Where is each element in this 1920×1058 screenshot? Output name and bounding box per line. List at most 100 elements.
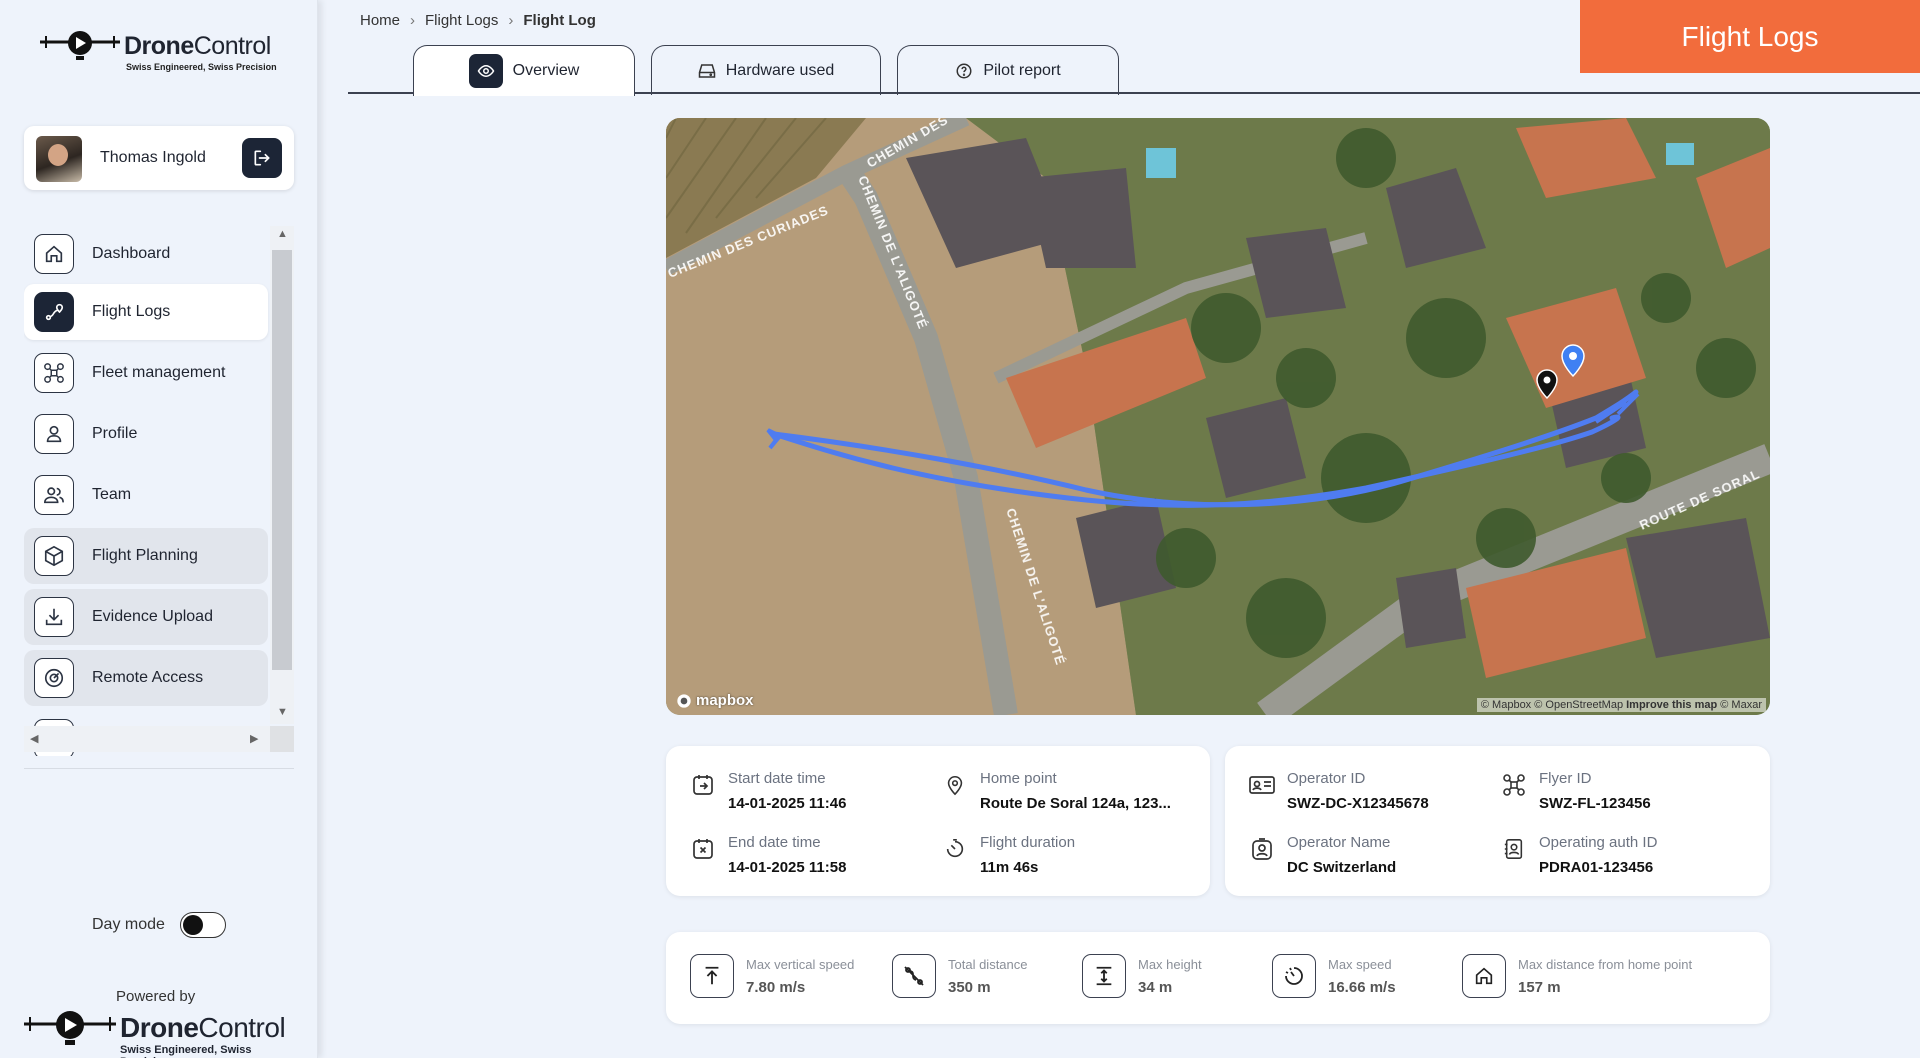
scrollbar-thumb[interactable]	[272, 250, 292, 670]
stat-total-distance: Total distance 350 m	[892, 954, 1092, 1002]
operating-auth-label: Operating auth ID	[1539, 834, 1658, 851]
sidebar-item-label: Flight Logs	[92, 303, 171, 320]
mapbox-icon	[677, 693, 691, 708]
calendar-arrow-icon	[690, 772, 716, 798]
end-time-value: 14-01-2025 11:58	[728, 859, 847, 876]
tab-pilot-report[interactable]: Pilot report	[897, 45, 1119, 95]
sidebar-item-dashboard[interactable]: Dashboard	[24, 226, 268, 282]
scroll-left-arrow-icon[interactable]: ◀	[30, 732, 38, 745]
end-time-field: End date time 14-01-2025 11:58	[690, 834, 920, 884]
breadcrumb: Home › Flight Logs › Flight Log	[360, 12, 596, 29]
sidebar: DroneControl Swiss Engineered, Swiss Pre…	[0, 0, 318, 1058]
breadcrumb-current: Flight Log	[523, 12, 596, 29]
brand-tagline: Swiss Engineered, Swiss Precision	[126, 62, 277, 72]
home-point-field: Home point Route De Soral 124a, 123...	[942, 770, 1192, 820]
breadcrumb-home[interactable]: Home	[360, 12, 400, 29]
stat-max-speed: Max speed 16.66 m/s	[1272, 954, 1472, 1002]
stat-value: 157 m	[1518, 979, 1561, 996]
sidebar-horizontal-scrollbar[interactable]: ◀ ▶	[24, 726, 270, 752]
stat-max-vertical-speed: Max vertical speed 7.80 m/s	[690, 954, 890, 1002]
sidebar-item-remote-access[interactable]: Remote Access	[24, 650, 268, 706]
flight-map[interactable]: CHEMIN DES CURIADES CHEMIN DE L'ALIGOTÉ …	[666, 118, 1770, 715]
tab-overview[interactable]: Overview	[413, 45, 635, 96]
maxar-link[interactable]: © Maxar	[1720, 699, 1762, 711]
flight-duration-label: Flight duration	[980, 834, 1076, 851]
route-icon	[892, 954, 936, 998]
stat-value: 16.66 m/s	[1328, 979, 1396, 996]
eye-icon	[468, 54, 503, 88]
page-title-badge: Flight Logs	[1580, 0, 1920, 73]
brand-name: DroneControl	[124, 32, 271, 60]
logout-button[interactable]	[242, 138, 282, 178]
sidebar-item-evidence-upload[interactable]: Evidence Upload	[24, 589, 268, 645]
home-icon	[34, 234, 74, 274]
satellite-map-image: CHEMIN DES CURIADES CHEMIN DE L'ALIGOTÉ …	[666, 118, 1770, 715]
tab-hardware-used[interactable]: Hardware used	[651, 45, 881, 95]
sidebar-item-team[interactable]: Team	[24, 467, 268, 523]
user-card: Thomas Ingold	[24, 126, 294, 190]
brand-name: DroneControl	[120, 1012, 286, 1043]
operator-id-value: SWZ-DC-X12345678	[1287, 795, 1429, 812]
stat-label: Max speed	[1328, 957, 1392, 972]
map-attribution: © Mapbox © OpenStreetMap Improve this ma…	[1476, 698, 1766, 712]
operating-auth-field: Operating auth ID PDRA01-123456	[1501, 834, 1731, 884]
sidebar-scrollbar[interactable]: ▲ ▼	[270, 226, 294, 724]
toggle-knob	[183, 915, 203, 935]
help-circle-icon	[956, 63, 972, 78]
stat-max-height: Max height 34 m	[1082, 954, 1282, 1002]
scroll-up-arrow-icon[interactable]: ▲	[277, 228, 288, 240]
chevron-right-icon: ›	[508, 12, 514, 29]
dronecontrol-logo[interactable]: DroneControl Swiss Engineered, Swiss Pre…	[40, 28, 280, 74]
drone-icon	[1501, 772, 1527, 798]
sidebar-item-flight-planning[interactable]: Flight Planning	[24, 528, 268, 584]
height-icon	[1082, 954, 1126, 998]
day-mode-label: Day mode	[92, 916, 165, 933]
scroll-right-arrow-icon[interactable]: ▶	[250, 732, 258, 745]
sidebar-item-label: Fleet management	[92, 364, 226, 381]
sidebar-item-label: Dashboard	[92, 245, 171, 262]
breadcrumb-flight-logs[interactable]: Flight Logs	[425, 12, 498, 29]
download-icon	[34, 597, 74, 637]
flyer-id-value: SWZ-FL-123456	[1539, 795, 1651, 812]
sidebar-item-label: Remote Access	[92, 669, 204, 686]
arrow-up-icon	[690, 954, 734, 998]
sidebar-item-fleet-management[interactable]: Fleet management	[24, 345, 268, 401]
scroll-down-arrow-icon[interactable]: ▼	[277, 706, 288, 718]
sidebar-divider	[24, 768, 294, 769]
tab-label: Overview	[512, 62, 580, 79]
contact-book-icon	[1501, 836, 1527, 862]
flight-duration-value: 11m 46s	[980, 859, 1039, 876]
users-icon	[34, 475, 74, 515]
stat-label: Max height	[1138, 957, 1202, 972]
operator-name-field: Operator Name DC Switzerland	[1249, 834, 1479, 884]
improve-map-link[interactable]: Improve this map	[1626, 699, 1717, 711]
user-badge-icon	[1249, 836, 1275, 862]
scrollbar-corner	[270, 726, 294, 752]
day-mode-toggle[interactable]	[180, 912, 226, 938]
sidebar-item-profile[interactable]: Profile	[24, 406, 268, 462]
flight-stats-card: Max vertical speed 7.80 m/s Total distan…	[666, 932, 1770, 1024]
drone-logo-icon	[40, 31, 120, 60]
avatar[interactable]	[36, 136, 82, 182]
stat-label: Max vertical speed	[746, 957, 855, 972]
sidebar-item-label: Profile	[92, 425, 138, 442]
brand-tagline: Swiss Engineered, Swiss Precision	[120, 1044, 252, 1058]
home-point-value: Route De Soral 124a, 123...	[980, 795, 1171, 812]
end-time-label: End date time	[728, 834, 821, 851]
mapbox-logo[interactable]: mapbox	[676, 692, 754, 709]
sidebar-item-flight-logs[interactable]: Flight Logs	[24, 284, 268, 340]
stat-value: 350 m	[948, 979, 991, 996]
operator-info-card: Operator ID SWZ-DC-X12345678 Operator Na…	[1225, 746, 1770, 896]
sidebar-item-label: Flight Planning	[92, 547, 198, 564]
attribution-text[interactable]: © Mapbox © OpenStreetMap	[1481, 699, 1623, 711]
sidebar-item-label: Evidence Upload	[92, 608, 213, 625]
target-icon	[34, 658, 74, 698]
operating-auth-value: PDRA01-123456	[1539, 859, 1654, 876]
timer-icon	[942, 836, 968, 862]
cube-icon	[34, 536, 74, 576]
start-time-label: Start date time	[728, 770, 826, 787]
speedometer-icon	[1272, 954, 1316, 998]
map-pin-icon	[942, 772, 968, 798]
flight-duration-field: Flight duration 11m 46s	[942, 834, 1172, 884]
home-point-label: Home point	[980, 770, 1057, 787]
